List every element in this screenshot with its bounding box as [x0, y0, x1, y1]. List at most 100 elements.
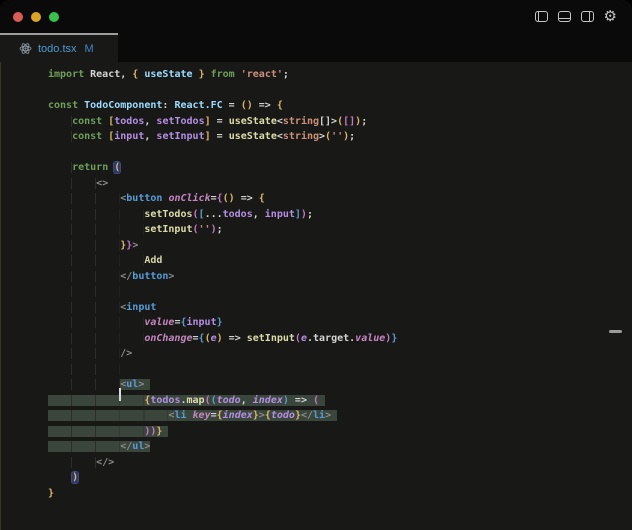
code-token: const [72, 131, 102, 142]
code-token: => [253, 100, 277, 111]
code-line[interactable] [48, 83, 632, 99]
code-token: ... [205, 209, 223, 220]
code-token: ( [205, 395, 211, 406]
layout-sidebar-right-icon[interactable] [581, 11, 594, 22]
code-token: target [313, 333, 349, 344]
code-token: </ [120, 441, 132, 452]
code-line[interactable]: </button> [48, 269, 632, 285]
react-icon [19, 42, 32, 55]
code-line[interactable]: import React, { useState } from 'react'; [48, 67, 632, 83]
code-token: setInput [144, 224, 192, 235]
code-token: } [217, 317, 223, 328]
code-token: [] [343, 116, 355, 127]
code-token [319, 395, 325, 406]
code-line[interactable]: {todos.map((todo, index) => ( [48, 393, 632, 409]
code-line[interactable]: return ( [48, 160, 632, 176]
code-line[interactable]: setInput(''); [48, 222, 632, 238]
tab-todo-tsx[interactable]: todo.tsx M [0, 33, 118, 62]
code-token: = [211, 131, 229, 142]
indent-whitespace [48, 317, 144, 328]
code-token: </> [96, 457, 114, 468]
code-line[interactable]: <ul> [48, 377, 632, 393]
code-token: ul [126, 379, 138, 390]
code-token: '' [199, 224, 211, 235]
layout-sidebar-left-icon[interactable] [535, 11, 548, 22]
code-line[interactable] [48, 284, 632, 300]
code-token: , [144, 116, 156, 127]
code-token: ) [283, 395, 289, 406]
code-token: setInput [156, 131, 204, 142]
code-token: []> [319, 116, 337, 127]
indent-whitespace [48, 209, 144, 220]
code-line[interactable]: value={input} [48, 315, 632, 331]
code-line[interactable] [48, 362, 632, 378]
code-token: '' [331, 131, 343, 142]
code-token: React, [84, 69, 132, 80]
code-line[interactable]: ))} [48, 424, 632, 440]
code-line[interactable]: ) [48, 470, 632, 486]
code-line[interactable]: <li key={index}>{todo}</li> [48, 408, 632, 424]
code-line[interactable]: setTodos([...todos, input]); [48, 207, 632, 223]
manage-gear-icon[interactable]: ⚙ [604, 9, 617, 24]
code-token: = [223, 100, 241, 111]
zoom-window-button[interactable] [49, 12, 59, 22]
code-line[interactable]: } [48, 486, 632, 502]
code-token: const [72, 116, 102, 127]
indent-whitespace [48, 379, 120, 390]
code-line[interactable]: const TodoComponent: React.FC = () => { [48, 98, 632, 114]
layout-panel-bottom-icon[interactable] [558, 11, 571, 22]
code-line[interactable]: }}> [48, 238, 632, 254]
code-token: return [72, 162, 108, 173]
minimize-window-button[interactable] [31, 12, 41, 22]
code-token: input [187, 317, 217, 328]
code-token: button [132, 271, 168, 282]
git-modified-badge: M [85, 43, 94, 55]
close-window-button[interactable] [13, 12, 23, 22]
code-token: index [223, 410, 253, 421]
tab-bar: todo.tsx M [0, 33, 632, 62]
scrollbar-thumb[interactable] [609, 330, 622, 333]
code-line[interactable]: Add [48, 253, 632, 269]
indent-whitespace [48, 178, 96, 189]
code-line[interactable]: <> [48, 176, 632, 192]
code-token: key [193, 410, 211, 421]
code-token: ; [217, 224, 223, 235]
code-token: todos [150, 395, 180, 406]
code-token: { [259, 193, 265, 204]
code-token [162, 426, 168, 437]
code-token: input [265, 209, 295, 220]
code-line[interactable]: </ul> [48, 439, 632, 455]
indent-whitespace [48, 271, 120, 282]
editor-window: ⚙ todo.tsx M import React, { useState } … [0, 0, 632, 530]
code-line[interactable]: const [todos, setTodos] = useState<strin… [48, 114, 632, 130]
code-line[interactable] [48, 145, 632, 161]
code-line[interactable]: <input [48, 300, 632, 316]
code-line[interactable]: </> [48, 455, 632, 471]
code-token: React.FC [174, 100, 222, 111]
code-token: ul [132, 441, 144, 452]
code-token: from [211, 69, 235, 80]
code-token [144, 379, 150, 390]
code-token: { [217, 410, 223, 421]
indent-whitespace [48, 193, 120, 204]
code-token: map [187, 395, 205, 406]
code-line[interactable]: /> [48, 346, 632, 362]
code-token: ( [114, 162, 120, 173]
indent-whitespace [48, 364, 120, 375]
code-line[interactable]: onChange={(e) => setInput(e.target.value… [48, 331, 632, 347]
code-token: ( [211, 395, 217, 406]
code-line[interactable]: const [input, setInput] = useState<strin… [48, 129, 632, 145]
code-token: = [211, 410, 217, 421]
code-token: { [277, 100, 283, 111]
indent-whitespace [48, 395, 144, 406]
indent-whitespace [48, 162, 72, 173]
code-line[interactable]: <button onClick={() => { [48, 191, 632, 207]
code-token: => [223, 333, 247, 344]
indent-whitespace [48, 224, 144, 235]
code-token: ; [283, 69, 289, 80]
code-token: <> [96, 178, 108, 189]
code-token: useState [229, 131, 277, 142]
code-editor[interactable]: import React, { useState } from 'react';… [0, 62, 632, 530]
indent-whitespace [48, 131, 72, 142]
code-token: , [241, 395, 253, 406]
